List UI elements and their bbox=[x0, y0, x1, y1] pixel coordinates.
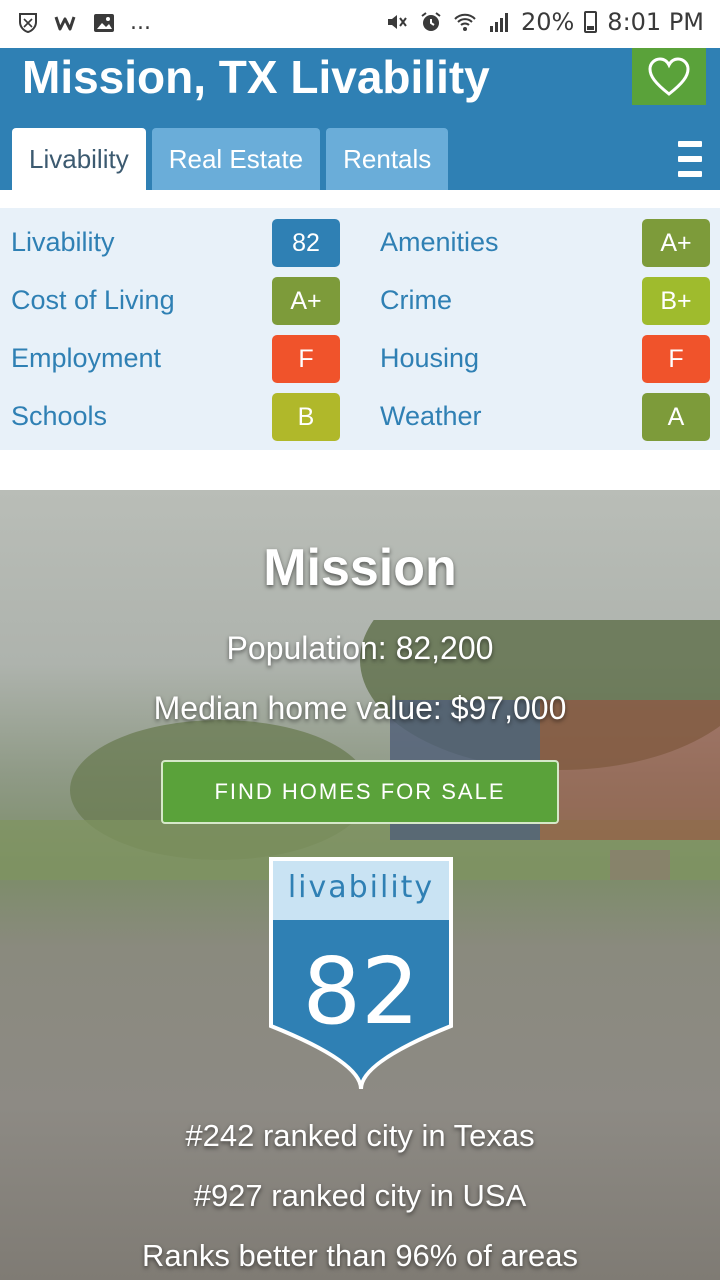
tab-real-estate[interactable]: Real Estate bbox=[151, 128, 321, 190]
rank-state: #242 ranked city in Texas bbox=[185, 1118, 535, 1153]
grade-label-weather[interactable]: Weather bbox=[380, 401, 482, 432]
grade-label-housing[interactable]: Housing bbox=[380, 343, 479, 374]
grades-panel: Livability 82 Amenities A+ Cost of Livin… bbox=[0, 208, 720, 450]
livability-score-badge: livability 82 bbox=[268, 856, 454, 1092]
grade-label-crime[interactable]: Crime bbox=[380, 285, 452, 316]
grade-row: Cost of Living A+ Crime B+ bbox=[0, 277, 720, 335]
signal-icon bbox=[489, 13, 508, 32]
grade-badge-employment[interactable]: F bbox=[272, 335, 340, 383]
grade-label-employment[interactable]: Employment bbox=[11, 343, 161, 374]
grade-badge-housing[interactable]: F bbox=[642, 335, 710, 383]
status-bar: ... 20% 8:01 PM bbox=[0, 0, 720, 48]
battery-icon bbox=[584, 11, 598, 33]
grade-badge-weather[interactable]: A bbox=[642, 393, 710, 441]
clock: 8:01 PM bbox=[607, 8, 704, 36]
grade-badge-crime[interactable]: B+ bbox=[642, 277, 710, 325]
shield-icon bbox=[19, 12, 37, 33]
badge-label: livability bbox=[287, 870, 435, 905]
grade-badge-schools[interactable]: B bbox=[272, 393, 340, 441]
battery-percent: 20% bbox=[520, 8, 575, 36]
tab-bar: Livability Real Estate Rentals bbox=[12, 128, 449, 190]
grade-row: Employment F Housing F bbox=[0, 335, 720, 393]
heart-icon bbox=[648, 56, 690, 96]
grade-badge-amenities[interactable]: A+ bbox=[642, 219, 710, 267]
grade-badge-cost-of-living[interactable]: A+ bbox=[272, 277, 340, 325]
grade-label-cost-of-living[interactable]: Cost of Living bbox=[11, 285, 175, 316]
find-homes-button[interactable]: FIND HOMES FOR SALE bbox=[161, 760, 559, 824]
percentile: Ranks better than 96% of areas bbox=[142, 1238, 578, 1273]
city-name: Mission bbox=[263, 539, 457, 597]
more-notifications: ... bbox=[130, 10, 151, 35]
grade-row: Livability 82 Amenities A+ bbox=[0, 219, 720, 277]
hero-section: Mission Population: 82,200 Median home v… bbox=[0, 490, 720, 1280]
median-home-value: Median home value: $97,000 bbox=[153, 690, 567, 726]
population: Population: 82,200 bbox=[226, 630, 494, 666]
grade-label-livability[interactable]: Livability bbox=[11, 227, 115, 258]
site-header: Mission, TX Livability Livability Real E… bbox=[0, 48, 720, 190]
grade-badge-livability[interactable]: 82 bbox=[272, 219, 340, 267]
wish-icon bbox=[54, 16, 76, 30]
grade-label-amenities[interactable]: Amenities bbox=[380, 227, 499, 258]
tab-rentals[interactable]: Rentals bbox=[326, 128, 449, 190]
wifi-icon bbox=[454, 13, 476, 31]
tab-livability[interactable]: Livability bbox=[12, 128, 146, 190]
rank-usa: #927 ranked city in USA bbox=[193, 1178, 527, 1213]
favorite-button[interactable] bbox=[632, 48, 706, 105]
badge-score: 82 bbox=[302, 938, 420, 1045]
hamburger-icon[interactable] bbox=[678, 141, 702, 177]
grade-label-schools[interactable]: Schools bbox=[11, 401, 107, 432]
image-icon bbox=[94, 13, 114, 32]
alarm-icon bbox=[421, 12, 441, 31]
page-title: Mission, TX Livability bbox=[22, 51, 490, 103]
grade-row: Schools B Weather A bbox=[0, 393, 720, 451]
mute-icon bbox=[387, 15, 407, 29]
